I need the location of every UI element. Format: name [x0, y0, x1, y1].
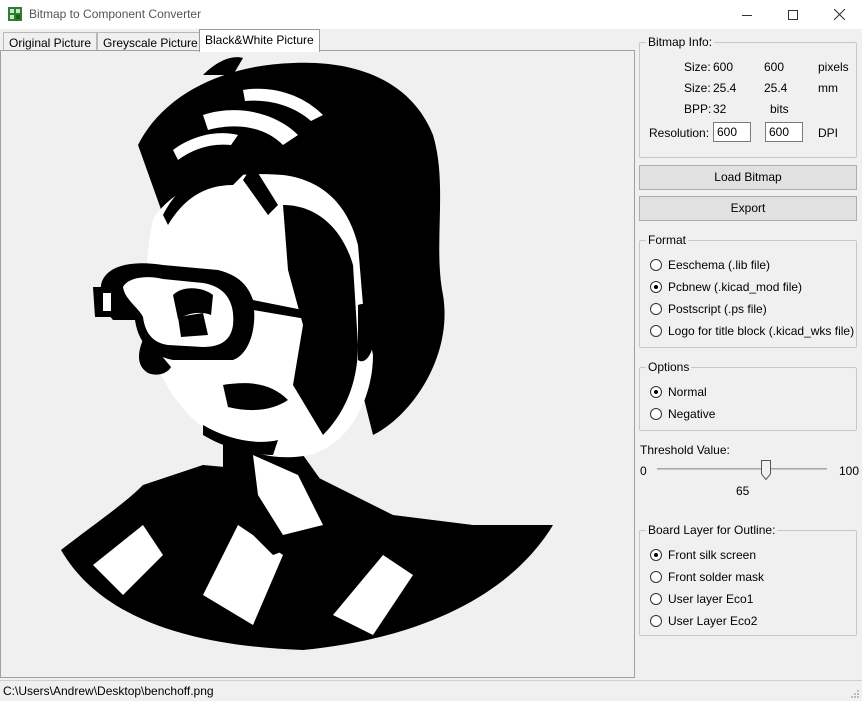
minimize-button[interactable]	[724, 0, 770, 29]
bpp-label: BPP:	[684, 102, 712, 116]
threshold-slider[interactable]	[657, 468, 827, 470]
size-mm-width: 25.4	[713, 81, 737, 95]
board-layer-title: Board Layer for Outline:	[646, 523, 778, 537]
image-canvas[interactable]	[0, 50, 635, 678]
layer-option-label: User layer Eco1	[668, 592, 754, 606]
format-option-label: Postscript (.ps file)	[668, 302, 767, 316]
picture-tabs: Original Picture Greyscale Picture Black…	[0, 29, 636, 52]
black-white-portrait	[53, 55, 553, 665]
format-option-eeschema[interactable]: Eeschema (.lib file)	[650, 257, 770, 273]
threshold-value: 65	[736, 484, 750, 498]
size-px-width: 600	[713, 60, 734, 74]
layer-option-label: Front solder mask	[668, 570, 765, 584]
option-normal[interactable]: Normal	[650, 384, 707, 400]
radio-button[interactable]	[650, 571, 662, 583]
format-option-label: Logo for title block (.kicad_wks file)	[668, 324, 855, 338]
radio-button[interactable]	[650, 615, 662, 627]
settings-panel: Bitmap Info: Size: 600 600 pixels Size: …	[636, 29, 862, 679]
app-icon	[8, 7, 22, 21]
radio-button[interactable]	[650, 303, 662, 315]
radio-button[interactable]	[650, 386, 662, 398]
threshold-slider-thumb[interactable]	[761, 460, 771, 480]
size-px-unit: pixels	[818, 60, 849, 74]
format-option-logo[interactable]: Logo for title block (.kicad_wks file)	[650, 323, 854, 339]
options-title: Options	[646, 360, 692, 374]
option-negative[interactable]: Negative	[650, 406, 715, 422]
close-button[interactable]	[816, 0, 862, 29]
radio-button[interactable]	[650, 549, 662, 561]
minimize-icon	[742, 14, 752, 16]
format-group: Format Eeschema (.lib file) Pcbnew (.kic…	[639, 233, 857, 348]
format-option-pcbnew[interactable]: Pcbnew (.kicad_mod file)	[650, 279, 802, 295]
format-option-postscript[interactable]: Postscript (.ps file)	[650, 301, 767, 317]
resize-grip-icon[interactable]	[850, 689, 860, 699]
radio-button[interactable]	[650, 325, 662, 337]
threshold-max: 100	[839, 464, 860, 478]
bpp-value: 32	[713, 102, 727, 116]
radio-button[interactable]	[650, 259, 662, 271]
load-bitmap-button[interactable]: Load Bitmap	[639, 165, 857, 190]
maximize-button[interactable]	[770, 0, 816, 29]
size-px-label: Size:	[684, 60, 711, 74]
bitmap-info-title: Bitmap Info:	[646, 35, 715, 49]
bpp-unit: bits	[770, 102, 789, 116]
status-bar: C:\Users\Andrew\Desktop\benchoff.png	[0, 680, 862, 701]
resolution-label: Resolution:	[649, 126, 710, 140]
option-label: Negative	[668, 407, 716, 421]
format-option-label: Pcbnew (.kicad_mod file)	[668, 280, 803, 294]
board-layer-group: Board Layer for Outline: Front silk scre…	[639, 523, 857, 636]
resolution-y-input[interactable]	[765, 122, 803, 142]
radio-button[interactable]	[650, 593, 662, 605]
size-mm-height: 25.4	[764, 81, 788, 95]
maximize-icon	[788, 9, 798, 20]
size-px-height: 600	[764, 60, 785, 74]
window-title: Bitmap to Component Converter	[29, 7, 202, 21]
radio-button[interactable]	[650, 281, 662, 293]
format-title: Format	[646, 233, 689, 247]
layer-option-eco1[interactable]: User layer Eco1	[650, 591, 753, 607]
file-path: C:\Users\Andrew\Desktop\benchoff.png	[3, 684, 214, 698]
layer-option-label: User Layer Eco2	[668, 614, 758, 628]
tab-original-picture[interactable]: Original Picture	[3, 32, 98, 52]
threshold-label: Threshold Value:	[640, 443, 730, 457]
radio-button[interactable]	[650, 408, 662, 420]
layer-option-eco2[interactable]: User Layer Eco2	[650, 613, 757, 629]
tab-black-white-picture[interactable]: Black&White Picture	[199, 29, 320, 52]
tab-greyscale-picture[interactable]: Greyscale Picture	[97, 32, 204, 52]
format-option-label: Eeschema (.lib file)	[668, 258, 771, 272]
resolution-x-input[interactable]	[713, 122, 751, 142]
close-icon	[833, 9, 845, 20]
title-bar: Bitmap to Component Converter	[0, 0, 862, 29]
export-button[interactable]: Export	[639, 196, 857, 221]
option-label: Normal	[668, 385, 707, 399]
size-mm-label: Size:	[684, 81, 711, 95]
size-mm-unit: mm	[818, 81, 838, 95]
layer-option-front-mask[interactable]: Front solder mask	[650, 569, 764, 585]
layer-option-label: Front silk screen	[668, 548, 757, 562]
options-group: Options Normal Negative	[639, 360, 857, 431]
layer-option-front-silk[interactable]: Front silk screen	[650, 547, 756, 563]
threshold-min: 0	[640, 464, 647, 478]
resolution-unit: DPI	[818, 126, 839, 140]
